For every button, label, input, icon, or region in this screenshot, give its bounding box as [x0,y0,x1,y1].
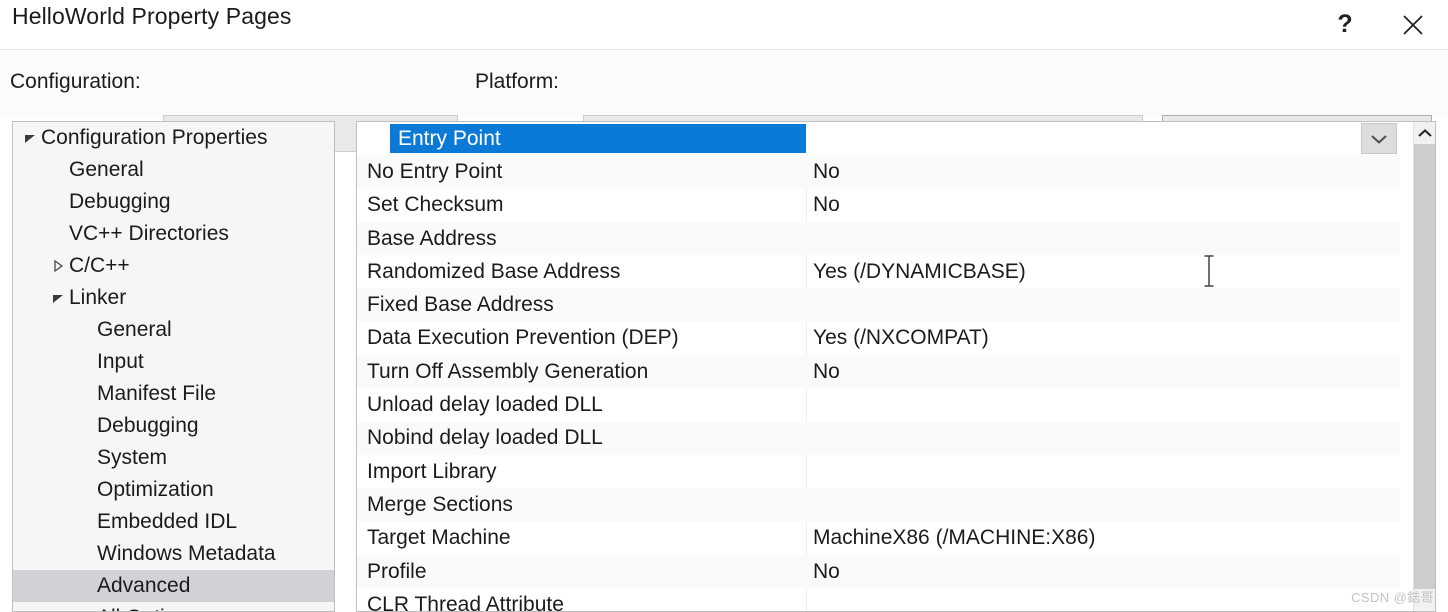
property-row[interactable]: Nobind delay loaded DLL [357,421,1400,455]
property-name: Fixed Base Address [367,293,554,317]
sidebar-item-all-options[interactable]: All Options [13,602,334,611]
window-title: HelloWorld Property Pages [12,3,292,29]
property-name: Turn Off Assembly Generation [367,359,649,383]
property-name: Nobind delay loaded DLL [367,426,603,450]
property-row[interactable]: Merge Sections [357,488,1400,522]
sidebar-item-label: Embedded IDL [97,510,238,533]
configuration-bar: Configuration: Debug Platform: Active(Wi… [0,50,1448,152]
property-row[interactable]: Set Checksum No [357,189,1400,222]
sidebar-item-configuration-properties[interactable]: Configuration Properties [13,122,334,154]
property-name: Entry Point [390,124,806,154]
help-button[interactable]: ? [1314,0,1376,49]
sidebar-item-input[interactable]: Input [13,346,334,378]
property-value[interactable]: No [807,560,1400,584]
triangle-expanded-icon [47,291,69,305]
property-row[interactable]: Profile No [357,554,1400,589]
sidebar-item-label: Input [97,350,144,373]
sidebar-item-general[interactable]: General [13,314,334,346]
sidebar-item-debugging[interactable]: Debugging [13,410,334,442]
property-value[interactable]: Yes (/DYNAMICBASE) [807,260,1400,284]
sidebar-item-optimization[interactable]: Optimization [13,474,334,506]
property-name: Import Library [367,459,497,483]
property-row[interactable]: Fixed Base Address [357,288,1400,322]
sidebar-item-label: Advanced [97,574,191,597]
property-row[interactable]: Unload delay loaded DLL [357,388,1400,421]
property-value[interactable]: Yes (/NXCOMPAT) [807,326,1400,350]
configuration-properties-tree[interactable]: Configuration Properties General Debugging… [12,121,335,612]
property-name: Merge Sections [367,492,513,516]
sidebar-item-label: Linker [69,286,127,309]
property-row[interactable]: Turn Off Assembly Generation No [357,355,1400,389]
scroll-up-button[interactable] [1414,122,1435,144]
property-row[interactable]: Entry Point [357,122,1400,156]
property-row[interactable]: Base Address [357,221,1400,256]
sidebar-item-windows-metadata[interactable]: Windows Metadata [13,538,334,570]
property-name: CLR Thread Attribute [367,592,564,612]
property-grid-panel: Entry Point No Entry Point No Set Checksum N… [356,121,1436,612]
property-row[interactable]: Data Execution Prevention (DEP) Yes (/NXC… [357,322,1400,355]
property-value[interactable]: No [807,193,1400,217]
sidebar-item-label: Debugging [97,414,199,437]
property-value[interactable]: No [807,160,1400,184]
sidebar-item-label: General [97,318,172,341]
property-row[interactable]: Randomized Base Address Yes (/DYNAMICBASE… [357,255,1400,288]
sidebar-item-label: Configuration Properties [41,126,268,149]
sidebar-item-label: All Options [97,606,199,611]
sidebar-item-linker[interactable]: Linker [13,282,334,314]
property-name: Set Checksum [367,193,504,217]
sidebar-item-system[interactable]: System [13,442,334,474]
sidebar-item-label: General [69,158,144,181]
property-name: No Entry Point [367,159,503,183]
platform-label: Platform: [475,70,560,93]
property-grid-scrollbar[interactable] [1413,122,1435,611]
triangle-collapsed-icon [47,259,69,273]
close-button[interactable] [1382,0,1444,49]
sidebar-item-debugging[interactable]: Debugging [13,186,334,218]
property-row[interactable]: Target Machine MachineX86 (/MACHINE:X86) [357,522,1400,555]
title-bar: HelloWorld Property Pages ? [0,0,1448,50]
property-row[interactable]: No Entry Point No [357,155,1400,189]
sidebar-item-label: Debugging [69,190,171,213]
property-name: Randomized Base Address [367,259,621,283]
chevron-up-icon [1417,128,1432,137]
sidebar-item-advanced[interactable]: Advanced [13,570,334,602]
sidebar-item-label: Windows Metadata [97,542,276,565]
sidebar-item-manifest-file[interactable]: Manifest File [13,378,334,410]
property-name: Unload delay loaded DLL [367,393,603,417]
property-grid-rows[interactable]: Entry Point No Entry Point No Set Checksum N… [357,122,1400,611]
property-name: Profile [367,559,427,583]
property-pages-dialog: HelloWorld Property Pages ? Configuratio… [0,0,1448,612]
property-name: Data Execution Prevention (DEP) [367,326,679,350]
sidebar-item-label: System [97,446,168,469]
property-name: Base Address [367,226,497,250]
question-mark-icon: ? [1337,10,1353,38]
property-row[interactable]: CLR Thread Attribute [357,588,1400,612]
configuration-label: Configuration: [10,70,141,93]
sidebar-item-label: VC++ Directories [69,222,229,245]
scrollbar-thumb[interactable] [1414,144,1435,589]
sidebar-item-general[interactable]: General [13,154,334,186]
sidebar-item-label: C/C++ [69,254,130,277]
sidebar-item-embedded-idl[interactable]: Embedded IDL [13,506,334,538]
property-row[interactable]: Import Library [357,455,1400,488]
sidebar-item-label: Manifest File [97,382,217,405]
property-value[interactable]: MachineX86 (/MACHINE:X86) [807,526,1400,550]
close-x-icon [1403,14,1423,35]
sidebar-item-label: Optimization [97,478,214,501]
property-name: Target Machine [367,526,511,550]
chevron-down-icon [1371,134,1387,144]
triangle-expanded-icon [19,131,41,145]
value-editor-dropdown-button[interactable] [1361,123,1397,154]
csdn-watermark: CSDN @鋕哥 [1351,590,1434,605]
property-value[interactable]: No [807,360,1400,384]
sidebar-item-vc++-directories[interactable]: VC++ Directories [13,218,334,250]
sidebar-item-c-c++[interactable]: C/C++ [13,250,334,282]
